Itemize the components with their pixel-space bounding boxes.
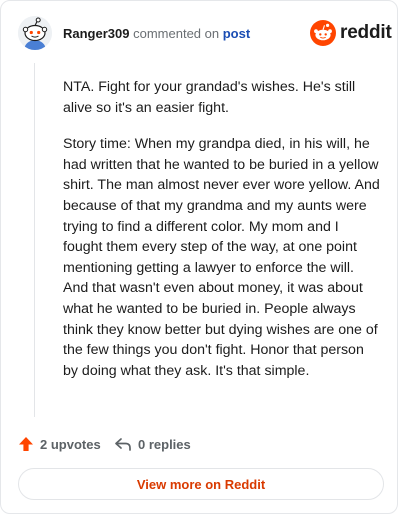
view-more-button[interactable]: View more on Reddit [18,468,384,500]
reddit-wordmark: reddit [340,22,392,43]
view-more-label: View more on Reddit [136,476,266,492]
comment-actions: 2 upvotes 0 replies [18,433,388,455]
reddit-logo[interactable]: reddit [310,20,392,46]
comment-paragraph: NTA. Fight for your grandad's wishes. He… [63,79,356,116]
reply-button[interactable]: 0 replies [114,433,191,455]
comment-body: NTA. Fight for your grandad's wishes. He… [63,77,381,397]
snoo-avatar-icon [18,16,52,50]
reply-count: 0 replies [138,436,191,452]
comment-paragraph: Story time: When my grandpa died, in his… [63,136,380,379]
thread-line [34,63,35,417]
reply-arrow-icon [115,438,131,451]
comment-header: Ranger309 commented on post reddit [1,1,397,63]
upvote-button[interactable]: 2 upvotes [18,433,101,455]
upvote-arrow-icon [19,437,33,451]
byline-verb: commented on [133,26,220,41]
embedded-comment-card: Ranger309 commented on post reddit NTA. … [0,0,398,514]
reddit-snoo-icon [310,20,336,46]
username[interactable]: Ranger309 [63,26,129,41]
comment-byline: Ranger309 commented on post [63,26,250,42]
post-link[interactable]: post [223,26,250,41]
user-avatar[interactable] [18,16,52,50]
upvote-count: 2 upvotes [40,436,101,452]
